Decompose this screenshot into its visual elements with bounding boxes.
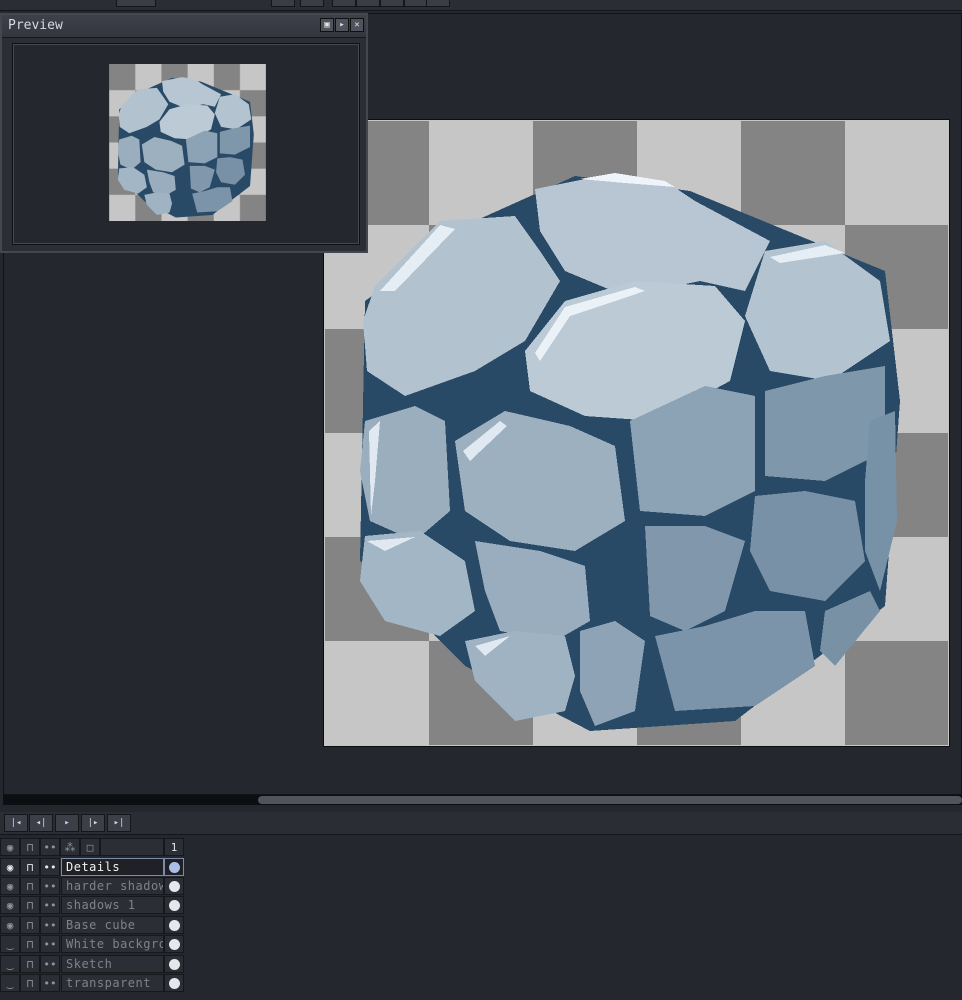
cel-dot-icon xyxy=(169,862,180,873)
eye-closed-icon[interactable]: ‿ xyxy=(0,974,20,992)
layer-row[interactable]: ‿ ⊓ •• Sketch xyxy=(0,955,186,974)
lock-icon[interactable]: ⊓ xyxy=(20,935,40,953)
continuous-icon[interactable]: •• xyxy=(40,916,60,934)
eye-icon[interactable]: ◉ xyxy=(0,877,20,895)
cel[interactable] xyxy=(164,974,184,992)
eye-icon[interactable]: ◉ xyxy=(0,838,20,856)
layer-row[interactable]: ◉ ⊓ •• harder shadow xyxy=(0,877,186,896)
eye-icon[interactable]: ◉ xyxy=(0,916,20,934)
lock-icon[interactable]: ⊓ xyxy=(20,858,40,876)
layer-row[interactable]: ◉ ⊓ •• Details xyxy=(0,858,186,877)
continuous-icon[interactable]: •• xyxy=(40,858,60,876)
layer-name[interactable]: Sketch xyxy=(61,955,164,973)
toolbar-button[interactable] xyxy=(271,0,295,7)
preview-titlebar[interactable]: Preview ▣ ▸ ✕ xyxy=(2,15,366,38)
preview-thumbnail xyxy=(109,64,266,221)
lock-icon[interactable]: ⊓ xyxy=(20,838,40,856)
layer-row[interactable]: ◉ ⊓ •• Base cube xyxy=(0,916,186,935)
layer-name[interactable]: shadows 1 xyxy=(61,896,164,914)
lock-icon[interactable]: ⊓ xyxy=(20,877,40,895)
horizontal-scrollbar[interactable] xyxy=(3,795,962,805)
layer-row[interactable]: ◉ ⊓ •• shadows 1 xyxy=(0,896,186,915)
timeline-header: ◉ ⊓ •• ⁂ □ 1 xyxy=(0,838,186,857)
toolbar-button[interactable] xyxy=(332,0,356,7)
frame-number[interactable]: 1 xyxy=(164,838,184,856)
preview-viewport xyxy=(12,43,360,245)
close-icon[interactable]: ✕ xyxy=(350,18,364,32)
continuous-icon[interactable]: •• xyxy=(40,896,60,914)
header-spacer xyxy=(100,838,164,856)
layer-name[interactable]: Base cube xyxy=(61,916,164,934)
preview-title: Preview xyxy=(8,18,63,33)
sprite-canvas[interactable] xyxy=(325,121,948,745)
continuous-icon[interactable]: •• xyxy=(40,877,60,895)
play-icon[interactable]: ▸ xyxy=(55,814,79,832)
eye-icon[interactable]: ◉ xyxy=(0,896,20,914)
lock-icon[interactable]: ⊓ xyxy=(20,916,40,934)
last-frame-icon[interactable]: ▸| xyxy=(107,814,131,832)
layer-name[interactable]: harder shadow xyxy=(61,877,164,895)
toolbar-button[interactable] xyxy=(380,0,404,7)
toolbar-button[interactable] xyxy=(116,0,156,7)
eye-closed-icon[interactable]: ‿ xyxy=(0,935,20,953)
toolbar-button[interactable] xyxy=(404,0,428,7)
scrollbar-thumb[interactable] xyxy=(258,796,962,804)
lock-icon[interactable]: ⊓ xyxy=(20,955,40,973)
restore-icon[interactable]: ▣ xyxy=(320,18,334,32)
cel[interactable] xyxy=(164,858,184,876)
prev-frame-icon[interactable]: ◂| xyxy=(29,814,53,832)
first-frame-icon[interactable]: |◂ xyxy=(4,814,28,832)
cel[interactable] xyxy=(164,916,184,934)
continuous-icon[interactable]: •• xyxy=(40,974,60,992)
cel[interactable] xyxy=(164,896,184,914)
toolbar-button[interactable] xyxy=(426,0,450,7)
lock-icon[interactable]: ⊓ xyxy=(20,974,40,992)
next-frame-icon[interactable]: |▸ xyxy=(81,814,105,832)
layer-row[interactable]: ‿ ⊓ •• White background xyxy=(0,935,186,954)
preview-window: Preview ▣ ▸ ✕ xyxy=(0,13,368,253)
continuous-icon[interactable]: •• xyxy=(40,935,60,953)
cel[interactable] xyxy=(164,935,184,953)
cel-dot-icon xyxy=(169,920,180,931)
layer-name[interactable]: White background xyxy=(61,935,164,953)
cel[interactable] xyxy=(164,877,184,895)
lock-icon[interactable]: ⊓ xyxy=(20,896,40,914)
layers-panel: ◉ ⊓ •• ⁂ □ 1 ◉ ⊓ •• Details ◉ ⊓ •• harde… xyxy=(0,838,962,1000)
playback-bar: |◂ ◂| ▸ |▸ ▸| xyxy=(0,812,962,835)
cel-dot-icon xyxy=(169,939,180,950)
eye-closed-icon[interactable]: ‿ xyxy=(0,955,20,973)
onion-skin-icon[interactable]: □ xyxy=(80,838,100,856)
layer-name[interactable]: Details xyxy=(61,858,164,876)
play-icon[interactable]: ▸ xyxy=(335,18,349,32)
layer-name[interactable]: transparent xyxy=(61,974,164,992)
layer-row[interactable]: ‿ ⊓ •• transparent xyxy=(0,974,186,993)
eye-icon[interactable]: ◉ xyxy=(0,858,20,876)
cel-dot-icon xyxy=(169,900,180,911)
cel-dot-icon xyxy=(169,978,180,989)
cel-dot-icon xyxy=(169,881,180,892)
cel-dot-icon xyxy=(169,959,180,970)
top-toolbar xyxy=(0,0,962,11)
continuous-icon[interactable]: •• xyxy=(40,955,60,973)
cel[interactable] xyxy=(164,955,184,973)
link-icon[interactable]: ⁂ xyxy=(60,838,80,856)
toolbar-button[interactable] xyxy=(300,0,324,7)
continuous-icon[interactable]: •• xyxy=(40,838,60,856)
toolbar-button[interactable] xyxy=(356,0,380,7)
